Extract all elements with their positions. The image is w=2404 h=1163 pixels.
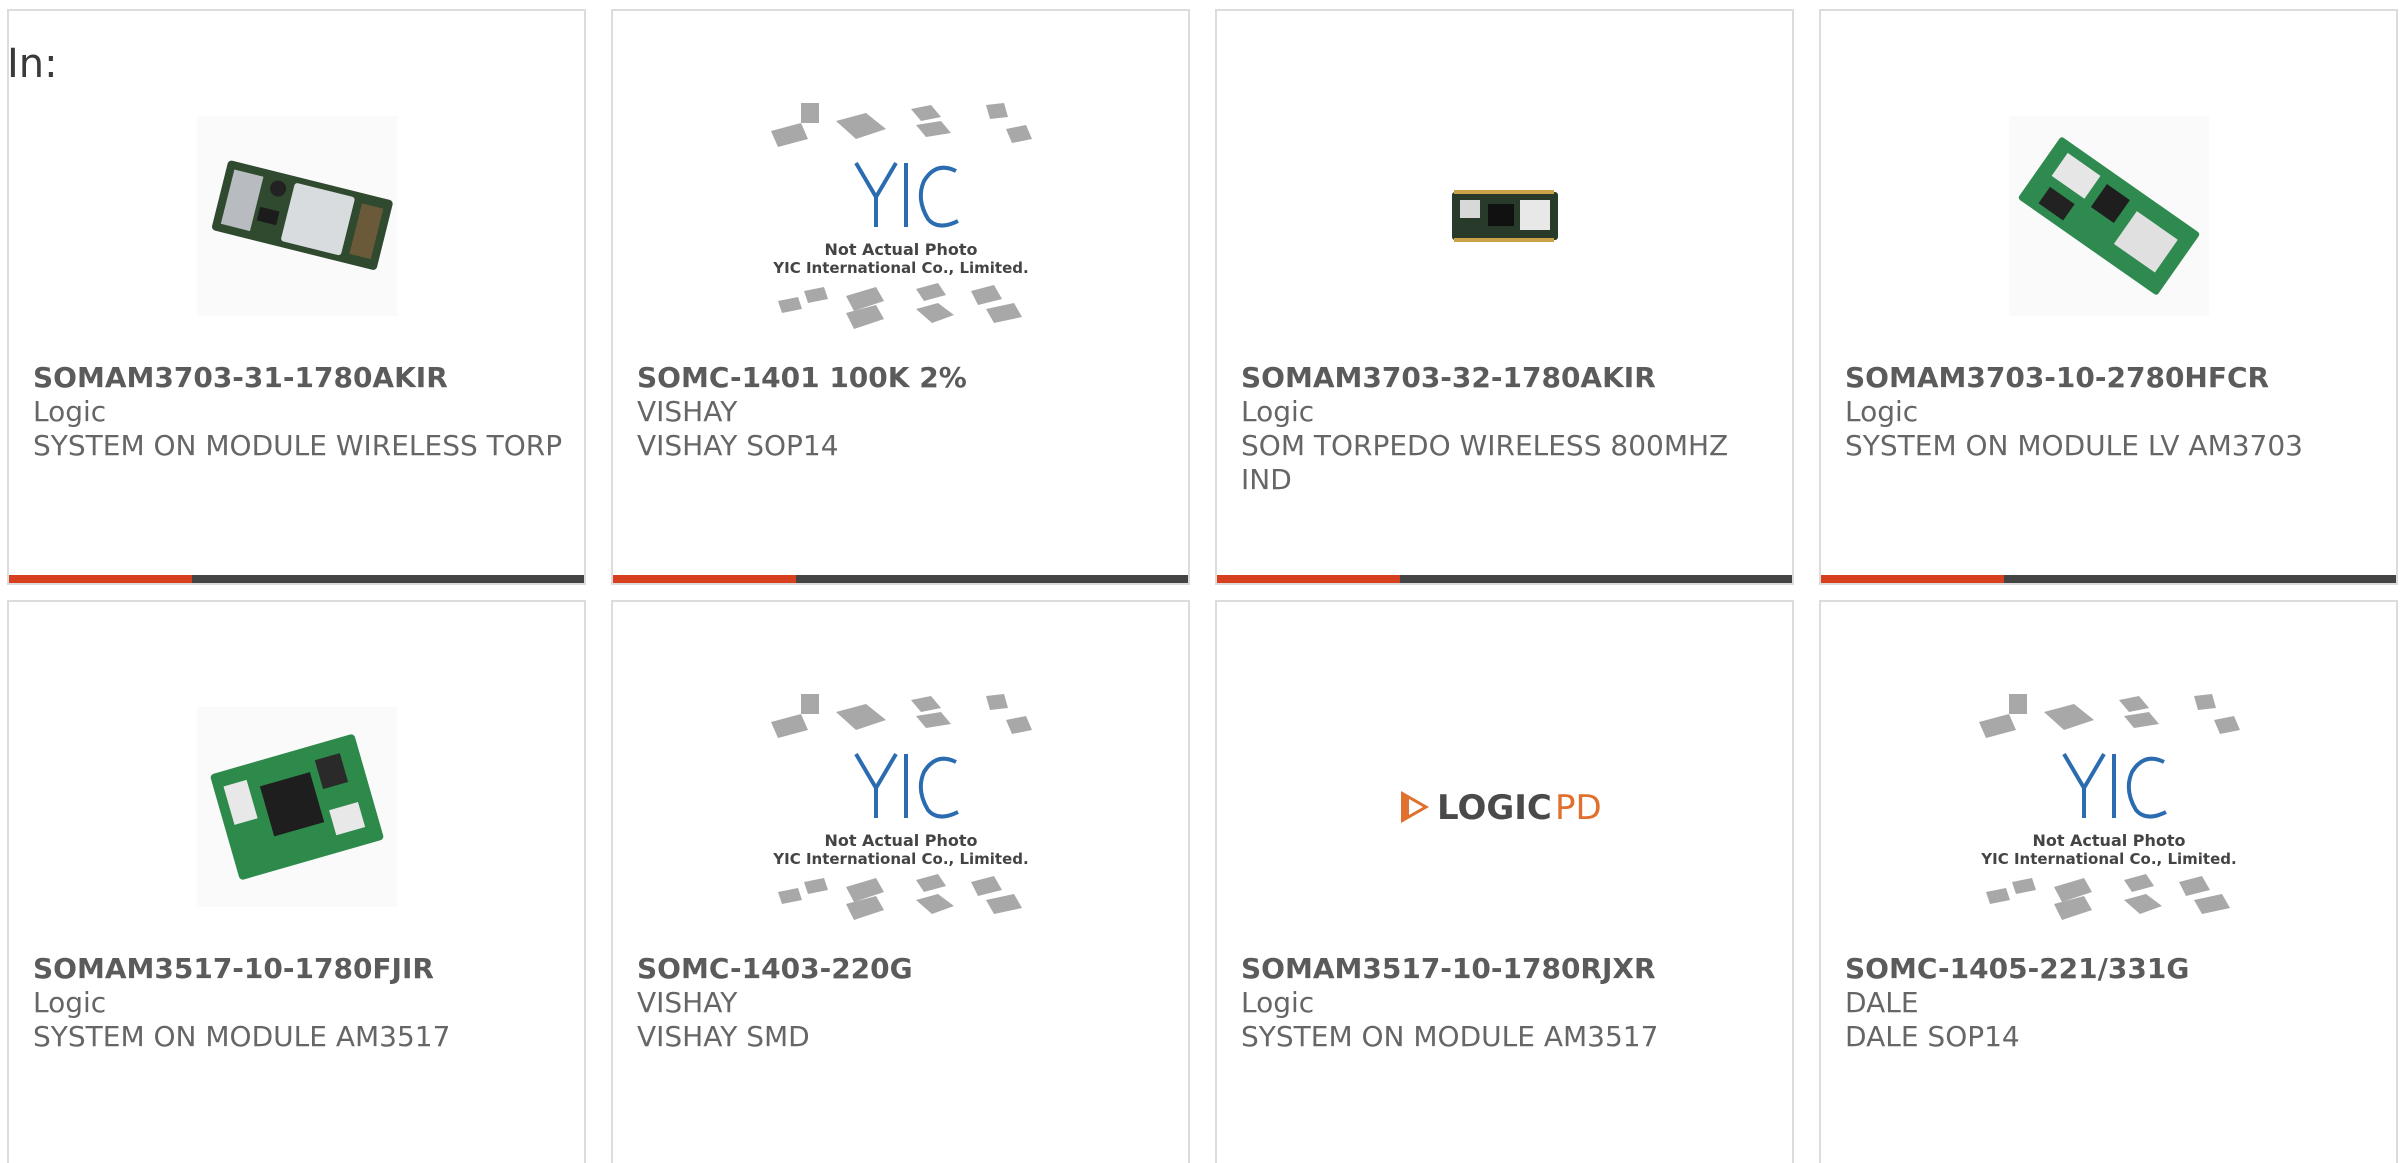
svg-text:LOGIC: LOGIC <box>1437 788 1552 828</box>
description: VISHAY SOP14 <box>637 429 839 462</box>
svg-text:YIC International Co., Limited: YIC International Co., Limited. <box>772 259 1028 277</box>
card-bottom-bar <box>9 575 584 583</box>
card-accent <box>1821 575 2004 583</box>
description: DALE SOP14 <box>1845 1020 2020 1053</box>
description: VISHAY SMD <box>637 1020 810 1053</box>
part-number: SOMC-1405-221/331G <box>1845 952 2190 985</box>
description: SYSTEM ON MODULE AM3517 <box>33 1020 451 1053</box>
part-number: SOMAM3517-10-1780FJIR <box>33 952 434 985</box>
brand: Logic <box>1241 395 1315 428</box>
logicpd-logo: LOGIC PD <box>1400 788 1602 828</box>
product-text: SOMC-1403-220G VISHAY VISHAY SMD <box>637 952 1168 1054</box>
yic-placeholder-image: Not Actual Photo YIC International Co., … <box>1978 694 2240 920</box>
product-card[interactable]: Not Actual Photo YIC International Co., … <box>611 9 1190 585</box>
card-accent <box>9 575 192 583</box>
product-text: SOMC-1401 100K 2% VISHAY VISHAY SOP14 <box>637 361 1168 463</box>
svg-text:Not Actual Photo: Not Actual Photo <box>824 240 977 259</box>
part-number: SOMAM3703-31-1780AKIR <box>33 361 448 394</box>
svg-text:YIC International Co., Limited: YIC International Co., Limited. <box>1980 850 2236 868</box>
product-text: SOMC-1405-221/331G DALE DALE SOP14 <box>1845 952 2376 1054</box>
product-card[interactable]: Not Actual Photo YIC International Co., … <box>1819 600 2398 1163</box>
product-card-link[interactable]: LOGIC PD SOMAM3517-10-1780RJXR Logic SYS… <box>1217 602 1792 1163</box>
product-card-link[interactable]: Not Actual Photo YIC International Co., … <box>1821 602 2396 1163</box>
module-wireless-photo <box>196 116 397 316</box>
product-card-link[interactable]: SOMAM3517-10-1780FJIR Logic SYSTEM ON MO… <box>9 602 584 1163</box>
product-card[interactable]: SOMAM3703-31-1780AKIR Logic SYSTEM ON MO… <box>7 9 586 585</box>
yic-placeholder-image: Not Actual Photo YIC International Co., … <box>770 103 1032 329</box>
card-accent <box>613 575 796 583</box>
card-accent <box>1217 575 1400 583</box>
description: SYSTEM ON MODULE AM3517 <box>1241 1020 1659 1053</box>
product-text: SOMAM3703-32-1780AKIR Logic SOM TORPEDO … <box>1241 361 1772 497</box>
product-image: Not Actual Photo YIC International Co., … <box>1821 662 2396 952</box>
module-am3517-photo <box>196 707 397 907</box>
product-image <box>1821 71 2396 361</box>
part-number: SOMAM3517-10-1780RJXR <box>1241 952 1656 985</box>
product-text: SOMAM3703-10-2780HFCR Logic SYSTEM ON MO… <box>1845 361 2376 463</box>
product-image: LOGIC PD <box>1217 662 1792 952</box>
product-text: SOMAM3517-10-1780RJXR Logic SYSTEM ON MO… <box>1241 952 1772 1054</box>
card-bottom-bar <box>1821 575 2396 583</box>
brand: Logic <box>33 395 107 428</box>
part-number: SOMC-1401 100K 2% <box>637 361 967 394</box>
svg-text:YIC International Co., Limited: YIC International Co., Limited. <box>772 850 1028 868</box>
brand: DALE <box>1845 986 1919 1019</box>
product-image: Not Actual Photo YIC International Co., … <box>613 662 1188 952</box>
svg-text:PD: PD <box>1555 788 1602 828</box>
product-card-link[interactable]: SOMAM3703-10-2780HFCR Logic SYSTEM ON MO… <box>1821 11 2396 583</box>
part-number: SOMC-1403-220G <box>637 952 913 985</box>
svg-text:Not Actual Photo: Not Actual Photo <box>2032 831 2185 850</box>
product-image <box>1217 71 1792 361</box>
brand: Logic <box>1845 395 1919 428</box>
description: SOM TORPEDO WIRELESS 800MHZ IND <box>1241 429 1729 496</box>
product-card[interactable]: Not Actual Photo YIC International Co., … <box>611 600 1190 1163</box>
brand: Logic <box>33 986 107 1019</box>
brand: VISHAY <box>637 395 738 428</box>
product-card[interactable]: LOGIC PD SOMAM3517-10-1780RJXR Logic SYS… <box>1215 600 1794 1163</box>
card-bottom-bar <box>613 575 1188 583</box>
description: SYSTEM ON MODULE LV AM3703 <box>1845 429 2303 462</box>
brand: VISHAY <box>637 986 738 1019</box>
part-number: SOMAM3703-10-2780HFCR <box>1845 361 2270 394</box>
brand: Logic <box>1241 986 1315 1019</box>
product-card[interactable]: SOMAM3703-32-1780AKIR Logic SOM TORPEDO … <box>1215 9 1794 585</box>
module-small-photo <box>1451 190 1558 242</box>
product-image <box>9 662 584 952</box>
product-card-link[interactable]: Not Actual Photo YIC International Co., … <box>613 602 1188 1163</box>
product-card-link[interactable]: SOMAM3703-31-1780AKIR Logic SYSTEM ON MO… <box>9 11 584 583</box>
product-text: SOMAM3517-10-1780FJIR Logic SYSTEM ON MO… <box>33 952 564 1054</box>
product-card[interactable]: SOMAM3703-10-2780HFCR Logic SYSTEM ON MO… <box>1819 9 2398 585</box>
in-label: In: <box>7 41 58 87</box>
product-card-link[interactable]: SOMAM3703-32-1780AKIR Logic SOM TORPEDO … <box>1217 11 1792 583</box>
yic-placeholder-image: Not Actual Photo YIC International Co., … <box>770 694 1032 920</box>
card-bottom-bar <box>1217 575 1792 583</box>
product-image <box>9 71 584 361</box>
svg-text:Not Actual Photo: Not Actual Photo <box>824 831 977 850</box>
product-grid-page: In: SOMAM3703-31-1780AKIR Logic SYSTEM O… <box>0 0 2404 1163</box>
product-text: SOMAM3703-31-1780AKIR Logic SYSTEM ON MO… <box>33 361 564 463</box>
product-card[interactable]: SOMAM3517-10-1780FJIR Logic SYSTEM ON MO… <box>7 600 586 1163</box>
product-card-link[interactable]: Not Actual Photo YIC International Co., … <box>613 11 1188 583</box>
description: SYSTEM ON MODULE WIRELESS TORP <box>33 429 563 462</box>
part-number: SOMAM3703-32-1780AKIR <box>1241 361 1656 394</box>
product-image: Not Actual Photo YIC International Co., … <box>613 71 1188 361</box>
module-green-board-photo <box>2008 116 2209 316</box>
